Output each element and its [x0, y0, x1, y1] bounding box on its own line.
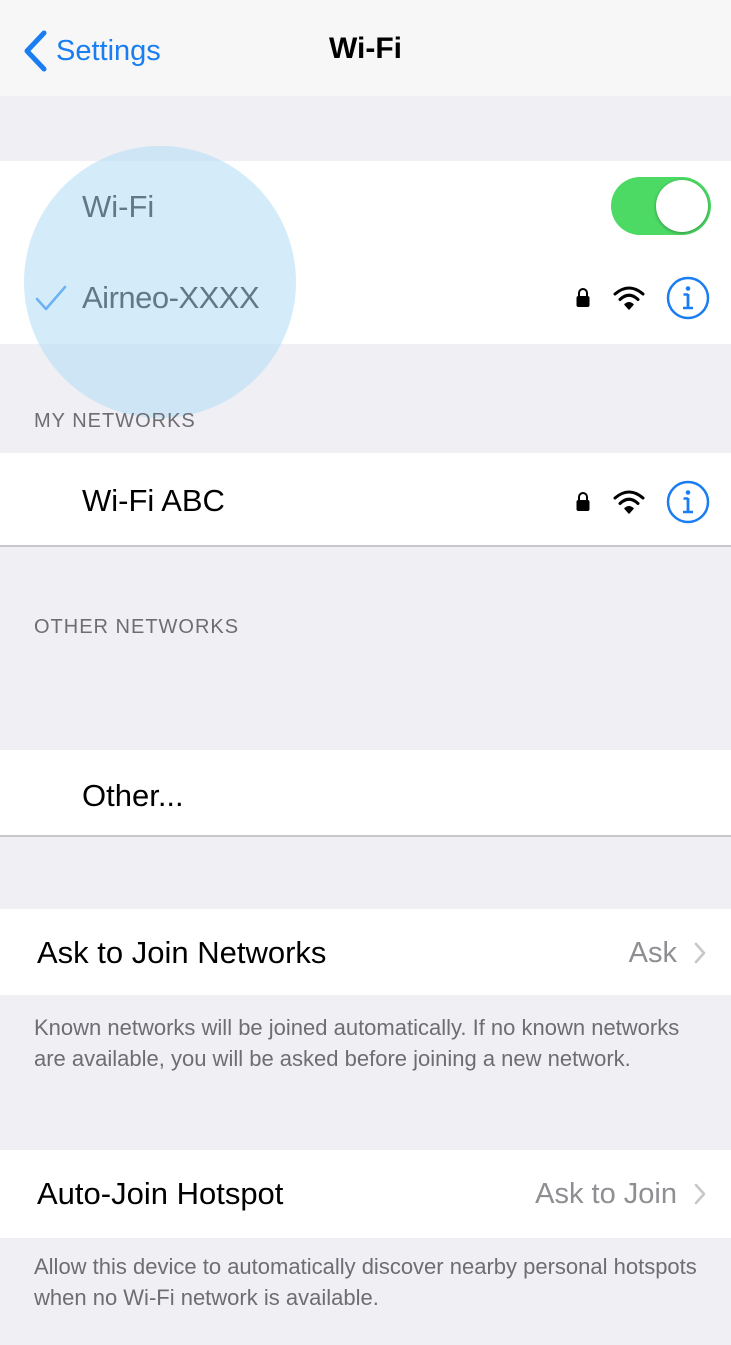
lock-icon — [576, 288, 590, 307]
navigation-bar: Settings Wi-Fi — [0, 0, 731, 96]
wifi-signal-icon — [613, 286, 645, 310]
my-networks-header: MY NETWORKS — [34, 410, 196, 432]
checkmark-icon — [35, 285, 67, 311]
info-icon[interactable] — [665, 479, 711, 525]
ask-to-join-label: Ask to Join Networks — [37, 935, 327, 970]
chevron-right-icon — [694, 942, 706, 964]
auto-join-hotspot-row[interactable]: Auto-Join Hotspot — [37, 1166, 283, 1222]
wifi-label: Wi-Fi — [82, 189, 155, 224]
auto-join-hotspot-label: Auto-Join Hotspot — [37, 1176, 284, 1211]
wifi-toggle[interactable] — [611, 177, 711, 235]
other-network-row[interactable]: Other... — [82, 768, 731, 824]
auto-join-hotspot-value-group[interactable]: Ask to Join — [535, 1166, 707, 1222]
connected-network-name: Airneo-XXXX — [82, 280, 260, 315]
other-network-label: Other... — [82, 778, 184, 813]
page-title: Wi-Fi — [328, 32, 403, 65]
auto-join-hotspot-value: Ask to Join — [535, 1177, 677, 1210]
auto-join-hotspot-footer: Allow this device to automatically disco… — [34, 1254, 697, 1310]
toggle-knob — [656, 180, 708, 232]
info-icon[interactable] — [665, 275, 711, 321]
my-network-name: Wi-Fi ABC — [82, 483, 225, 518]
connected-network-icons — [575, 274, 711, 322]
chevron-right-icon — [694, 1183, 706, 1205]
ask-to-join-value-group[interactable]: Ask — [629, 925, 707, 981]
ask-to-join-value: Ask — [628, 936, 677, 969]
ask-to-join-row[interactable]: Ask to Join Networks — [37, 925, 326, 981]
lock-icon — [576, 492, 590, 511]
ask-to-join-footer: Known networks will be joined automatica… — [34, 1015, 680, 1071]
divider — [0, 545, 731, 547]
other-networks-header: OTHER NETWORKS — [34, 616, 240, 638]
divider — [0, 835, 731, 837]
my-network-icons — [575, 478, 711, 526]
wifi-signal-icon — [613, 490, 645, 514]
